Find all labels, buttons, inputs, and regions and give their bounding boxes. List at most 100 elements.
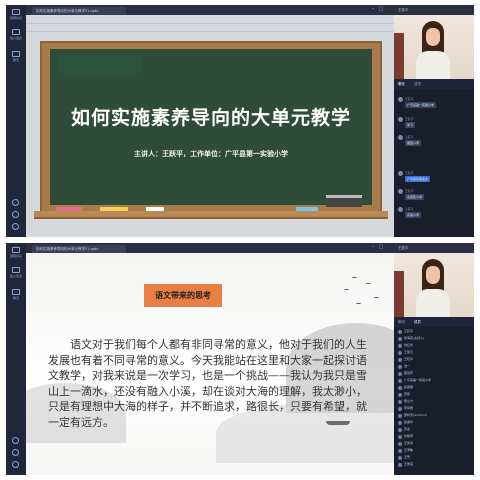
avatar <box>398 434 402 439</box>
more-icon[interactable] <box>12 461 19 468</box>
member-row[interactable]: 李凤霞 <box>398 406 472 412</box>
member-row[interactable]: 刘红光 <box>398 343 472 349</box>
member-row[interactable]: 王翠敏 <box>398 448 472 454</box>
speaker-video <box>394 15 474 79</box>
speaker <box>416 21 450 79</box>
member-row[interactable]: 刘丽萍 <box>398 434 472 440</box>
chat-text: 学习 <box>405 122 416 128</box>
member-row[interactable]: 苏杰 <box>398 427 472 433</box>
member-name: 王跃平 <box>404 329 414 333</box>
left-bar-label: 加入会议 <box>9 274 22 278</box>
left-bar-label: 屏幕共享 <box>9 254 22 258</box>
avatar <box>398 413 402 418</box>
chat-message: 王跃平 广平县东张孟乡 <box>398 171 472 183</box>
join-meeting-button[interactable]: 加入会议 <box>8 267 24 278</box>
avatar <box>398 371 402 376</box>
bookshelf <box>394 271 404 317</box>
chat-icon <box>12 51 20 57</box>
member-row[interactable]: 曹立力 <box>398 399 472 405</box>
chat-sender: 王跃平 <box>405 135 414 139</box>
member-row[interactable]: 王晓平 <box>398 357 472 363</box>
member-row[interactable]: 当一 <box>398 364 472 370</box>
avatar <box>398 378 402 383</box>
chat-nav-button[interactable]: 聊天 <box>8 51 24 62</box>
maximize-icon[interactable]: □ <box>378 245 384 250</box>
member-name: 王晓平 <box>404 357 414 361</box>
member-name: 广平县第一实验小学 <box>404 378 432 382</box>
minimize-icon[interactable]: – <box>370 245 376 250</box>
slide-paragraph: 语文对于我们每个人都有非同寻常的意义，他对于我们的人生发展也有着不同寻常的意义。… <box>48 338 367 429</box>
avatar <box>398 207 403 212</box>
chat-sender: 王跃平 <box>405 171 414 175</box>
meeting-window-top: 屏幕共享 加入会议 聊天 如何实施素养导向的大单元教学Y1.pptx – □ 王… <box>6 5 474 237</box>
chat-nav-button[interactable]: 聊天 <box>8 289 24 300</box>
tab-chat[interactable]: 聊天 <box>398 317 405 327</box>
slide-title: 如何实施素养导向的大单元教学 <box>70 107 351 129</box>
chalkboard: 如何实施素养导向的大单元教学 主讲人：王跃平，工作单位：广平县第一实验小学 <box>50 49 372 205</box>
avatar <box>398 343 402 348</box>
member-row[interactable]: 广平县第一实验小学 <box>398 378 472 384</box>
chalk-smudge <box>58 55 142 73</box>
avatar <box>398 135 403 140</box>
avatar <box>398 392 402 397</box>
chat-message: 王跃平 实验小学 <box>398 207 472 219</box>
chat-list: 王跃平 广平县第一实验小学 王跃平 学习 王跃平 雅园小学 王跃平 广平县东张孟乡 王跃… <box>394 91 474 237</box>
speaker-body <box>416 51 450 79</box>
member-row[interactable]: 王秀英 <box>398 462 472 468</box>
avatar <box>398 350 402 355</box>
screen-share-button[interactable]: 屏幕共享 <box>8 247 24 258</box>
left-bar-label: 聊天 <box>12 58 19 62</box>
help-icon[interactable] <box>12 449 19 456</box>
member-row[interactable]: 王秀清 <box>398 441 472 447</box>
minimize-icon[interactable]: – <box>370 7 376 12</box>
member-row[interactable]: 赵素珍 <box>398 420 472 426</box>
avatar <box>398 97 403 102</box>
member-row[interactable]: 王雪 <box>398 455 472 461</box>
right-panel-header: 王跃平 <box>394 243 474 253</box>
member-row[interactable]: 王跃平 <box>398 329 472 335</box>
eraser <box>326 195 362 207</box>
chat-icon <box>12 289 20 295</box>
join-meeting-button[interactable]: 加入会议 <box>8 29 24 40</box>
right-panel-header: 王跃平 <box>394 5 474 15</box>
member-name: 当一 <box>404 364 411 368</box>
member-name: 刘红光 <box>404 343 414 347</box>
member-name: 苏伟 <box>404 392 411 396</box>
settings-icon[interactable] <box>12 437 19 444</box>
member-name: 王雪 <box>404 455 411 459</box>
screen-share-icon <box>12 247 20 253</box>
avatar <box>398 441 402 446</box>
chat-message: 王跃平 北街民小学 <box>398 189 472 201</box>
member-name: 赵丽娟 <box>404 385 414 389</box>
screen-share-button[interactable]: 屏幕共享 <box>8 9 24 20</box>
avatar <box>398 171 403 176</box>
avatar <box>398 189 403 194</box>
tab-members[interactable]: 成员 <box>414 79 421 89</box>
member-row[interactable]: 赵丽娟 <box>398 385 472 391</box>
document-tab[interactable]: 如何实施素养导向的大单元教学Y1.pptx <box>32 7 126 15</box>
member-row[interactable]: 董慧芳 <box>398 371 472 377</box>
tab-members[interactable]: 成员 <box>414 317 421 327</box>
member-row[interactable]: 翟海燕(主持人) <box>398 336 472 342</box>
member-name: 董慧芳 <box>404 371 414 375</box>
member-row[interactable]: 邵利芳(Android) <box>398 413 472 419</box>
member-row[interactable]: 王丽云 <box>398 350 472 356</box>
avatar <box>398 420 402 425</box>
left-toolbar: 屏幕共享 加入会议 聊天 <box>6 243 26 475</box>
speaker <box>416 259 450 317</box>
member-name: 王秀英 <box>404 462 414 466</box>
meeting-window-bottom: 屏幕共享 加入会议 聊天 如何实施素养导向的大单元教学Y1.pptx – □ 王… <box>6 243 474 475</box>
settings-icon[interactable] <box>12 199 19 206</box>
slide-subtitle: 主讲人：王跃平，工作单位：广平县第一实验小学 <box>134 149 288 158</box>
maximize-icon[interactable]: □ <box>378 7 384 12</box>
shared-screen: 语文带来的思考 语文对于我们每个人都有非同寻常的意义，他对于我们的人生发展也有着… <box>26 253 394 475</box>
document-tab[interactable]: 如何实施素养导向的大单元教学Y1.pptx <box>32 245 126 253</box>
member-name: 王丽云 <box>404 350 414 354</box>
more-icon[interactable] <box>12 223 19 230</box>
tab-chat[interactable]: 聊天 <box>398 79 405 89</box>
screen-share-icon <box>12 9 20 15</box>
member-name: 刘丽萍 <box>404 434 414 438</box>
member-row[interactable]: 苏伟 <box>398 392 472 398</box>
help-icon[interactable] <box>12 211 19 218</box>
member-list: 王跃平 翟海燕(主持人) 刘红光 王丽云 王晓平 当一 董慧芳 广平县第一实验小… <box>394 329 474 475</box>
